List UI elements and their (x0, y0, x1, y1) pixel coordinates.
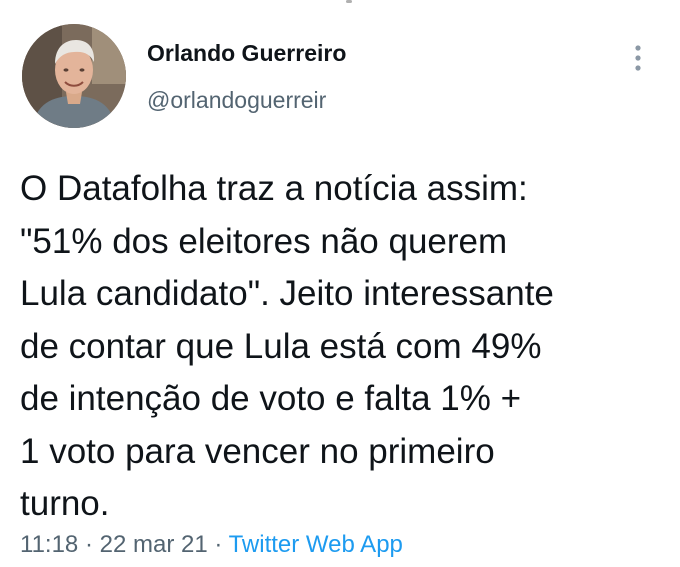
avatar[interactable] (22, 24, 126, 128)
tweet-text-line: turno. (20, 484, 110, 523)
tweet-date[interactable]: 22 mar 21 (100, 531, 208, 558)
tweet-text-line: de intenção de voto e falta 1% + (20, 379, 522, 418)
tweet-time[interactable]: 11:18 (20, 531, 78, 558)
tweet-text-line: O Datafolha traz a notícia assim: (20, 169, 528, 208)
tweet-text-line: "51% dos eleitores não querem (20, 221, 508, 261)
tweet-text: O Datafolha traz a notícia assim: "51% d… (20, 163, 670, 531)
top-edge-mark (346, 0, 352, 3)
tweet-text-line: de contar que Lula está com 49% (20, 326, 542, 366)
author-handle[interactable]: @orlandoguerreir (147, 87, 326, 114)
author-display-name[interactable]: Orlando Guerreiro (147, 40, 346, 67)
avatar-photo-icon (22, 24, 126, 128)
meta-separator: · (207, 531, 229, 558)
tweet-card: Orlando Guerreiro @orlandoguerreir O Dat… (0, 0, 680, 567)
tweet-meta: 11:18 · 22 mar 21 · Twitter Web App (20, 531, 403, 559)
tweet-text-line: Lula candidato". Jeito interessante (20, 274, 554, 313)
tweet-source-link[interactable]: Twitter Web App (229, 531, 403, 558)
meta-separator: · (78, 531, 100, 558)
more-vertical-icon[interactable] (628, 44, 648, 74)
tweet-text-line: 1 voto para vencer no primeiro (20, 431, 495, 471)
